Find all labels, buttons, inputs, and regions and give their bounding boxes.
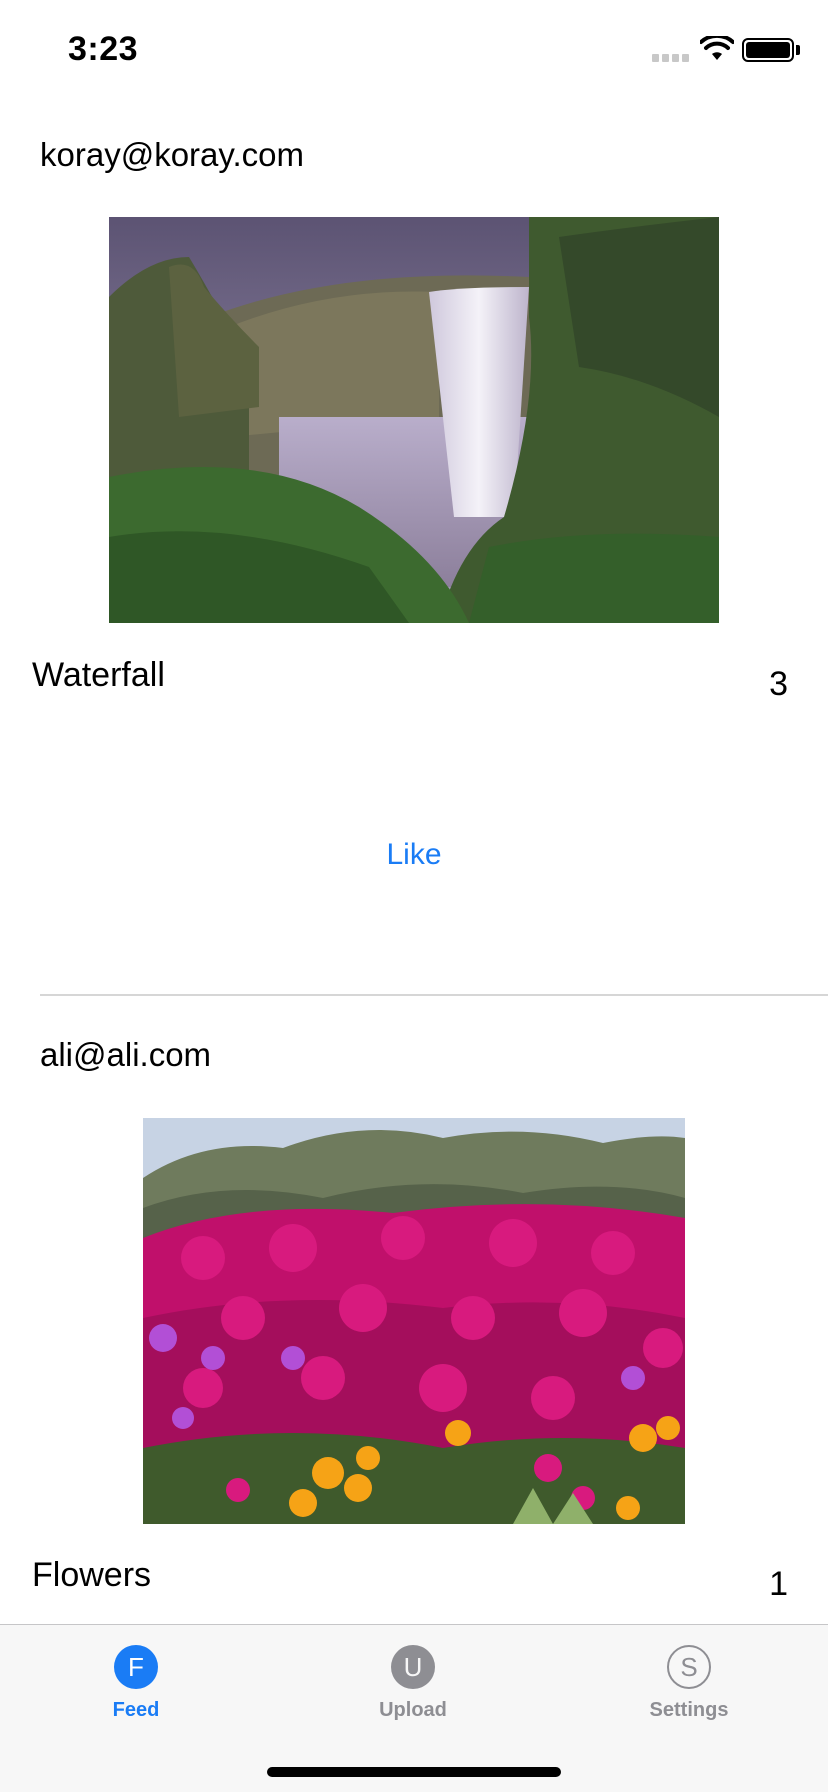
cell-separator <box>40 994 828 996</box>
tab-label: Settings <box>649 1699 729 1721</box>
waterfall-photo <box>109 217 719 623</box>
settings-icon: S <box>667 1645 711 1689</box>
post-like-count: 1 <box>769 1565 788 1603</box>
battery-cap <box>796 45 800 55</box>
upload-icon: U <box>391 1645 435 1689</box>
post-image <box>109 217 719 623</box>
post-comment: Waterfall <box>32 656 165 694</box>
battery-icon <box>742 38 794 62</box>
status-time: 3:23 <box>68 30 139 68</box>
wifi-icon <box>700 36 734 60</box>
home-indicator <box>267 1767 561 1777</box>
post-user-email: koray@koray.com <box>40 136 304 173</box>
cellular-signal-icon <box>652 54 690 62</box>
tab-label: Upload <box>379 1699 447 1721</box>
tab-label: Feed <box>112 1699 160 1721</box>
feed-icon: F <box>114 1645 158 1689</box>
tab-settings[interactable]: S Settings <box>609 1645 769 1745</box>
post-image <box>143 1118 685 1524</box>
post-like-count: 3 <box>769 665 788 703</box>
post-comment: Flowers <box>32 1556 152 1594</box>
tab-feed[interactable]: F Feed <box>56 1645 216 1745</box>
status-bar: 3:23 <box>0 0 828 100</box>
flowers-photo <box>143 1118 685 1524</box>
tab-upload[interactable]: U Upload <box>333 1645 493 1745</box>
like-button[interactable]: Like <box>0 838 828 872</box>
post-user-email: ali@ali.com <box>40 1036 212 1073</box>
